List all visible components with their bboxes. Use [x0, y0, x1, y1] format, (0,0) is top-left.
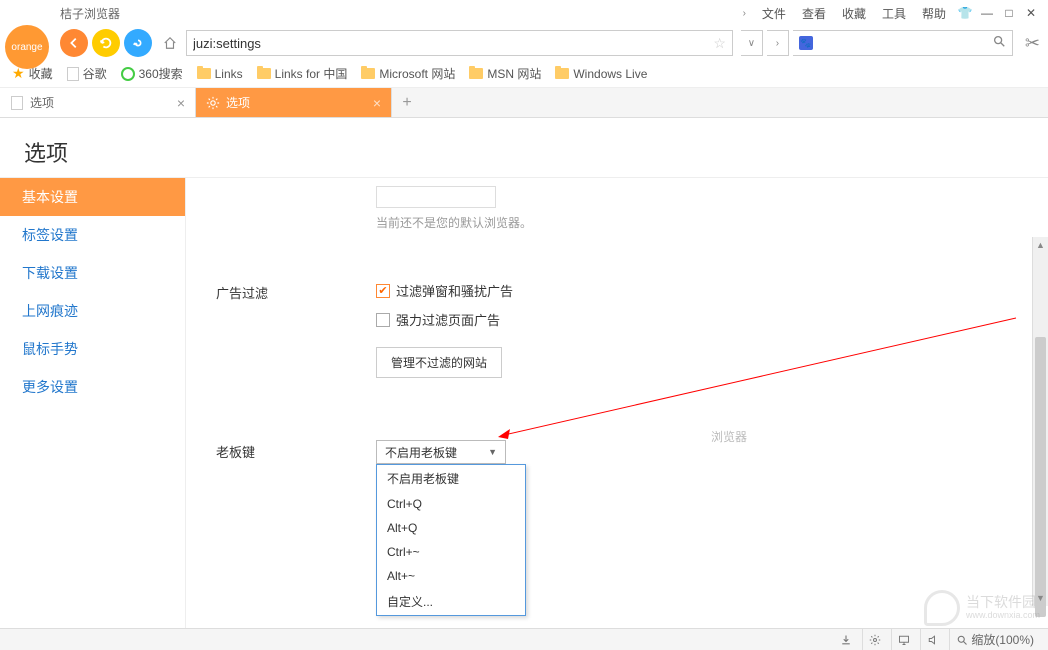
- bookmark-links[interactable]: Links: [193, 65, 247, 83]
- sidebar-item-more[interactable]: 更多设置: [0, 368, 185, 406]
- menu-view[interactable]: 查看: [796, 3, 832, 24]
- scroll-down-icon[interactable]: ▼: [1033, 590, 1048, 606]
- folder-icon: [361, 68, 375, 79]
- refresh-button[interactable]: [92, 29, 120, 57]
- checkbox-icon: [376, 313, 390, 327]
- vertical-scrollbar[interactable]: ▲ ▼: [1032, 237, 1048, 606]
- settings-icon[interactable]: [862, 629, 887, 650]
- search-icon[interactable]: [992, 34, 1006, 53]
- search-engine-icon: 🐾: [799, 36, 813, 50]
- 360-icon: [121, 67, 135, 81]
- sidebar-item-basic[interactable]: 基本设置: [0, 178, 185, 216]
- forward-button[interactable]: [124, 29, 152, 57]
- chevron-down-icon: ▼: [488, 447, 497, 457]
- page-icon: [67, 67, 79, 81]
- close-button[interactable]: ✕: [1022, 4, 1040, 22]
- search-engine-dropdown[interactable]: ∨: [741, 30, 763, 56]
- zoom-label: 缩放(100%): [971, 631, 1034, 648]
- obscured-text: 浏览器: [711, 428, 747, 445]
- section-adfilter: 广告过滤 ✔ 过滤弹窗和骚扰广告 强力过滤页面广告 管理不过滤的网站: [216, 281, 1048, 378]
- monitor-icon[interactable]: [891, 629, 916, 650]
- bookmark-microsoft[interactable]: Microsoft 网站: [357, 63, 459, 84]
- status-bar: 缩放(100%): [0, 628, 1048, 650]
- menu-tools[interactable]: 工具: [876, 3, 912, 24]
- app-logo: orange: [5, 25, 49, 69]
- gear-icon: [206, 96, 220, 110]
- menu-favorites[interactable]: 收藏: [836, 3, 872, 24]
- back-button[interactable]: [60, 29, 88, 57]
- adfilter-label: 广告过滤: [216, 281, 376, 302]
- dropdown-option[interactable]: Ctrl+Q: [377, 492, 525, 516]
- address-bar[interactable]: ☆: [186, 30, 733, 56]
- folder-icon: [469, 68, 483, 79]
- page-title: 选项: [0, 118, 1048, 178]
- folder-icon: [555, 68, 569, 79]
- tab-options-inactive[interactable]: 选项 ×: [0, 88, 196, 117]
- bookmark-windowslive[interactable]: Windows Live: [551, 65, 651, 83]
- checkbox-label: 过滤弹窗和骚扰广告: [396, 281, 513, 300]
- bookmark-msn[interactable]: MSN 网站: [465, 63, 545, 84]
- url-input[interactable]: [193, 36, 709, 51]
- search-go[interactable]: ›: [767, 30, 789, 56]
- settings-sidebar: 基本设置 标签设置 下载设置 上网痕迹 鼠标手势 更多设置: [0, 118, 185, 628]
- menu-overflow-icon[interactable]: ›: [737, 6, 752, 21]
- menu-help[interactable]: 帮助: [916, 3, 952, 24]
- dropdown-option[interactable]: Alt+Q: [377, 516, 525, 540]
- nav-bar: ☆ ∨ › 🐾 ✂: [0, 26, 1048, 60]
- bosskey-label: 老板键: [216, 440, 376, 461]
- tab-label: 选项: [30, 94, 54, 111]
- tab-close-icon[interactable]: ×: [177, 95, 185, 111]
- sidebar-item-download[interactable]: 下载设置: [0, 254, 185, 292]
- folder-icon: [257, 68, 271, 79]
- dropdown-option[interactable]: Alt+~: [377, 564, 525, 588]
- checkbox-popup-filter[interactable]: ✔ 过滤弹窗和骚扰广告: [376, 281, 1048, 300]
- checkbox-strong-filter[interactable]: 强力过滤页面广告: [376, 310, 1048, 329]
- home-icon[interactable]: [162, 35, 178, 51]
- bookmarks-bar: ★收藏 谷歌 360搜索 Links Links for 中国 Microsof…: [0, 60, 1048, 88]
- sidebar-item-gestures[interactable]: 鼠标手势: [0, 330, 185, 368]
- app-title: 桔子浏览器: [60, 5, 120, 22]
- skin-icon[interactable]: 👕: [956, 4, 974, 22]
- tab-close-icon[interactable]: ×: [373, 95, 381, 111]
- default-browser-note: 当前还不是您的默认浏览器。: [376, 214, 1048, 231]
- section-bosskey: 老板键 不启用老板键 ▼ 不启用老板键 Ctrl+Q Alt+Q Ctrl+~ …: [216, 440, 1048, 464]
- bosskey-dropdown-menu: 不启用老板键 Ctrl+Q Alt+Q Ctrl+~ Alt+~ 自定义...: [376, 464, 526, 616]
- scroll-up-icon[interactable]: ▲: [1033, 237, 1048, 253]
- dropdown-option[interactable]: 不启用老板键: [377, 465, 525, 492]
- maximize-button[interactable]: □: [1000, 4, 1018, 22]
- bookmark-google[interactable]: 谷歌: [63, 63, 111, 84]
- settings-main: 当前还不是您的默认浏览器。 广告过滤 ✔ 过滤弹窗和骚扰广告 强力过滤页面广告 …: [185, 118, 1048, 628]
- screenshot-icon[interactable]: ✂: [1025, 33, 1040, 54]
- dropdown-option[interactable]: Ctrl+~: [377, 540, 525, 564]
- bookmark-star-icon[interactable]: ☆: [713, 35, 726, 52]
- sidebar-item-tabs[interactable]: 标签设置: [0, 216, 185, 254]
- bosskey-dropdown[interactable]: 不启用老板键 ▼: [376, 440, 506, 464]
- scrollbar-thumb[interactable]: [1035, 337, 1046, 617]
- sidebar-item-history[interactable]: 上网痕迹: [0, 292, 185, 330]
- minimize-button[interactable]: —: [978, 4, 996, 22]
- zoom-control[interactable]: 缩放(100%): [949, 629, 1040, 650]
- tab-label: 选项: [226, 94, 250, 111]
- menu-file[interactable]: 文件: [756, 3, 792, 24]
- dropdown-selected: 不启用老板键: [385, 444, 457, 461]
- tab-bar: 选项 × 选项 × +: [0, 88, 1048, 118]
- bookmark-links-cn[interactable]: Links for 中国: [253, 63, 352, 84]
- title-bar: orange 桔子浏览器 › 文件 查看 收藏 工具 帮助 👕 — □ ✕: [0, 0, 1048, 26]
- mute-icon[interactable]: [920, 629, 945, 650]
- checkbox-label: 强力过滤页面广告: [396, 310, 500, 329]
- bookmark-360[interactable]: 360搜索: [117, 63, 187, 84]
- page-icon: [10, 96, 24, 110]
- checkbox-icon: ✔: [376, 284, 390, 298]
- manage-whitelist-button[interactable]: 管理不过滤的网站: [376, 347, 502, 378]
- download-icon[interactable]: [834, 629, 858, 650]
- search-box[interactable]: 🐾: [793, 30, 1013, 56]
- content-area: 选项 基本设置 标签设置 下载设置 上网痕迹 鼠标手势 更多设置 当前还不是您的…: [0, 118, 1048, 628]
- new-tab-button[interactable]: +: [392, 88, 422, 117]
- folder-icon: [197, 68, 211, 79]
- tab-options-active[interactable]: 选项 ×: [196, 88, 392, 117]
- dropdown-option[interactable]: 自定义...: [377, 588, 525, 615]
